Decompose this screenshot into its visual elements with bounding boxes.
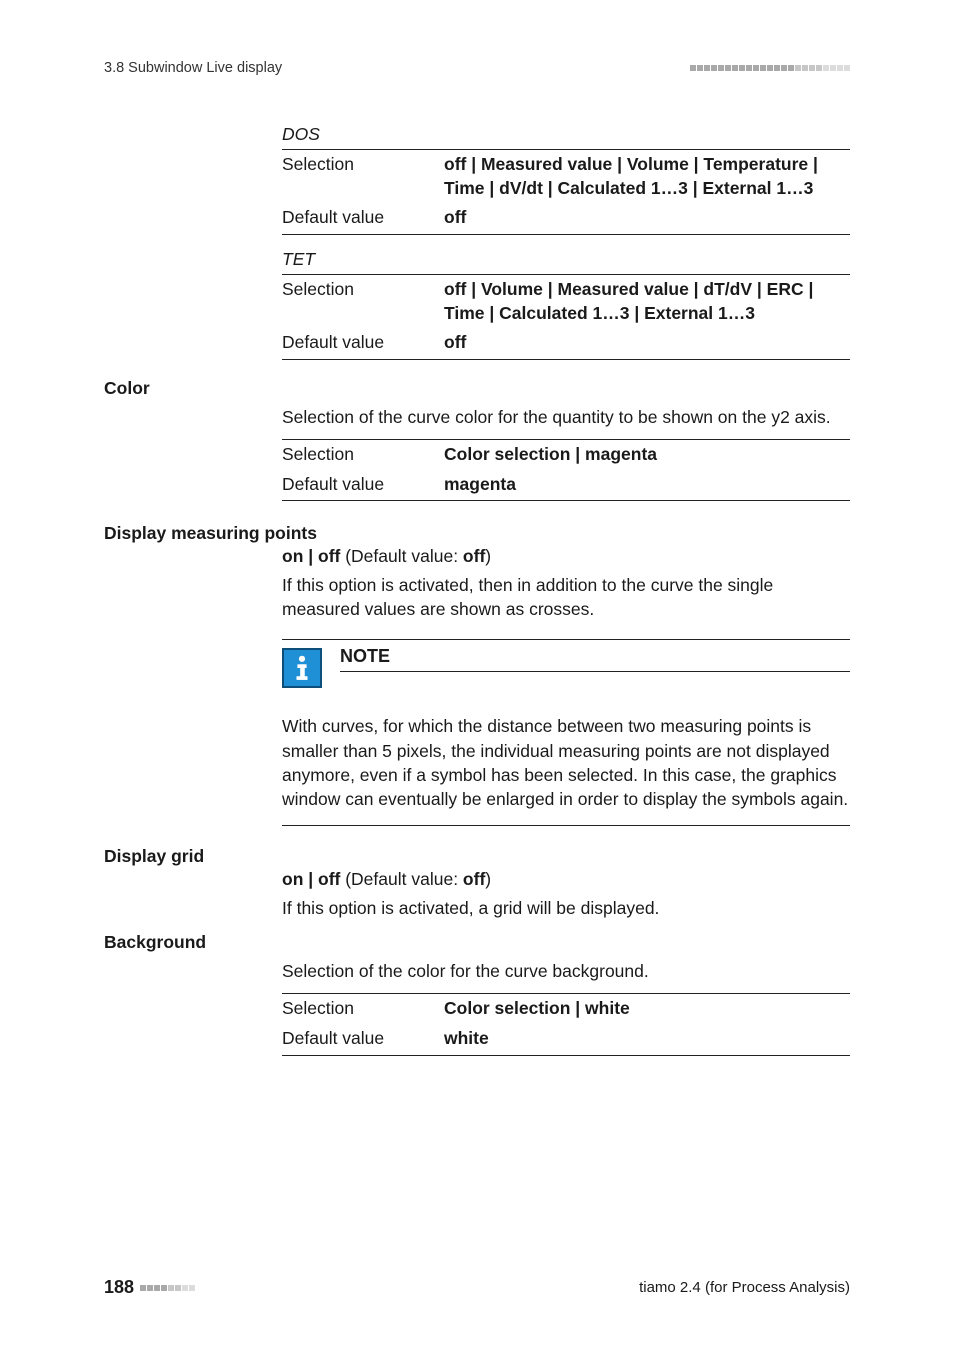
color-row-val: Color selection | magenta [444,444,657,464]
display-grid-para: If this option is activated, a grid will… [282,896,850,920]
note-title: NOTE [340,644,850,667]
page-footer: 188 tiamo 2.4 (for Process Analysis) [104,1277,850,1298]
display-points-label: Display measuring points [104,523,850,544]
page-number-block: 188 [104,1277,195,1298]
color-para: Selection of the curve color for the qua… [282,405,850,429]
color-label: Color [104,378,850,399]
info-icon [282,648,322,688]
display-grid-onoff: on | off (Default value: off) [282,869,850,890]
dos-row-key: Default value [282,203,444,234]
background-row-key: Selection [282,994,444,1024]
dos-row-key: Selection [282,150,444,204]
color-row-key: Default value [282,470,444,501]
dos-row-val: off | Measured value | Volume | Temperat… [444,154,818,198]
dos-title: DOS [282,124,850,147]
tet-title: TET [282,249,850,272]
onoff-mid: (Default value: [340,546,463,566]
color-table: Selection Color selection | magenta Defa… [282,439,850,501]
onoff-mid: (Default value: [340,869,463,889]
note-body: With curves, for which the distance betw… [282,714,850,811]
footer-right: tiamo 2.4 (for Process Analysis) [639,1279,850,1296]
onoff-suffix: ) [485,546,491,566]
footer-ornament [140,1285,195,1291]
page-header: 3.8 Subwindow Live display [104,60,850,76]
background-para: Selection of the color for the curve bac… [282,959,850,983]
onoff-default: off [463,869,485,889]
background-row-key: Default value [282,1024,444,1055]
page-number: 188 [104,1277,134,1298]
color-row-key: Selection [282,439,444,469]
tet-row-val: off | Volume | Measured value | dT/dV | … [444,279,813,323]
display-grid-label: Display grid [104,846,850,867]
content: DOS Selection off | Measured value | Vol… [104,124,850,1056]
display-points-para: If this option is activated, then in add… [282,573,850,621]
onoff-options: on | off [282,869,340,889]
background-label: Background [104,932,850,953]
color-row-val: magenta [444,474,516,494]
header-ornament [690,65,850,71]
dos-row-val: off [444,207,466,227]
background-row-val: Color selection | white [444,998,630,1018]
onoff-suffix: ) [485,869,491,889]
background-table: Selection Color selection | white Defaul… [282,993,850,1055]
header-section: 3.8 Subwindow Live display [104,60,282,76]
tet-row-key: Default value [282,328,444,359]
background-row-val: white [444,1028,489,1048]
tet-row-key: Selection [282,274,444,328]
onoff-default: off [463,546,485,566]
display-points-onoff: on | off (Default value: off) [282,546,850,567]
onoff-options: on | off [282,546,340,566]
tet-table: Selection off | Volume | Measured value … [282,274,850,360]
note-box: NOTE With curves, for which the distance… [282,639,850,826]
dos-table: Selection off | Measured value | Volume … [282,149,850,235]
tet-row-val: off [444,332,466,352]
